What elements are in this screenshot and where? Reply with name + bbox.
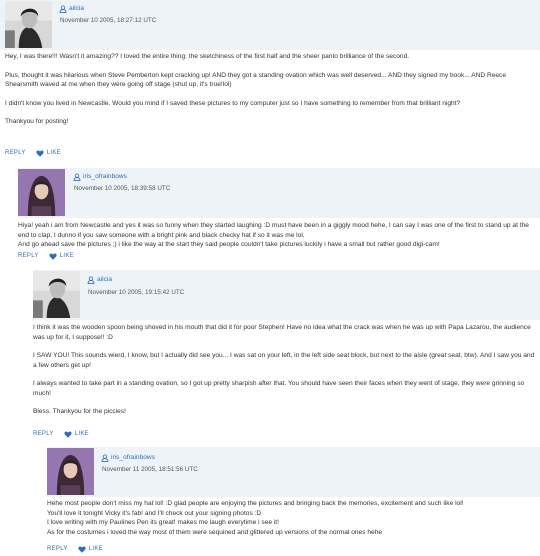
comment-paragraph: I think it was the wooden spoon being sh… [33, 324, 531, 341]
comment-date: November 10 2005, 18:27:12 UTC [60, 17, 157, 24]
like-button[interactable]: LIKE [78, 545, 103, 554]
comment: iris_ofrainbows November 10 2005, 18:39:… [0, 168, 540, 264]
username-link[interactable]: ailcia [87, 275, 112, 285]
comment-date: November 11 2005, 18:51:56 UTC [102, 466, 198, 473]
like-label: LIKE [74, 431, 89, 437]
heart-icon [64, 431, 72, 438]
avatar[interactable] [18, 169, 65, 216]
comment-paragraph: You'll love it tonight Vicky it's fab! a… [47, 509, 262, 517]
username-link[interactable]: ailcia [59, 4, 84, 14]
comment-date: November 10 2005, 19:15:42 UTC [88, 289, 185, 296]
comment-paragraph: I always wanted to take part in a standi… [33, 380, 525, 397]
like-label: LIKE [59, 253, 74, 259]
like-button[interactable]: LIKE [36, 149, 61, 158]
like-button[interactable]: LIKE [64, 430, 89, 439]
comment-paragraph: Bless. Thankyou for the piccies! [33, 408, 126, 416]
comment: ailcia November 10 2005, 18:27:12 UTC He… [0, 0, 540, 160]
comment-paragraph: Hiya! yeah i am from Newcastle and yes i… [18, 222, 529, 239]
username-link[interactable]: iris_ofrainbows [101, 453, 155, 463]
comment-paragraph: I SAW YOU! This sounds wierd, I know, bu… [33, 352, 535, 369]
reply-button[interactable]: REPLY [18, 252, 39, 261]
comment: ailcia November 10 2005, 19:15:42 UTC I … [0, 270, 540, 444]
username-link[interactable]: iris_ofrainbows [73, 172, 127, 182]
comment-paragraph: As for the costumes i loved the way most… [47, 528, 382, 536]
avatar[interactable] [5, 1, 52, 48]
comment-paragraph: Plus, thought it was hilarious when Stev… [5, 71, 507, 89]
comment-actions: REPLY LIKE [5, 149, 61, 158]
like-label: LIKE [46, 150, 61, 156]
heart-icon [36, 150, 44, 157]
comment-actions: REPLY LIKE [18, 252, 74, 261]
reply-label: REPLY [47, 546, 68, 552]
comment-actions: REPLY LIKE [33, 430, 89, 439]
reply-label: REPLY [33, 431, 54, 437]
comment: iris_ofrainbows November 11 2005, 18:51:… [0, 447, 540, 556]
comment-body: I think it was the wooden spoon being sh… [33, 323, 538, 417]
reply-label: REPLY [18, 253, 39, 259]
comment-date: November 10 2005, 18:39:58 UTC [74, 185, 171, 192]
user-icon [101, 454, 109, 462]
username[interactable]: iris_ofrainbows [111, 453, 155, 463]
user-icon [87, 276, 95, 284]
user-icon [59, 5, 67, 13]
user-icon [73, 173, 81, 181]
reply-button[interactable]: REPLY [33, 430, 54, 439]
username[interactable]: ailcia [69, 4, 84, 14]
comment-paragraph: Thankyou for posting! [5, 118, 69, 126]
comment-paragraph: Hehe most people don't miss my hat lol! … [47, 500, 464, 507]
like-button[interactable]: LIKE [49, 252, 74, 261]
username[interactable]: iris_ofrainbows [83, 172, 127, 182]
heart-icon [49, 253, 57, 260]
avatar[interactable] [47, 448, 94, 495]
like-label: LIKE [88, 546, 103, 552]
comment-body: Hehe most people don't miss my hat lol! … [47, 499, 538, 537]
comment-paragraph: I didn't know you lived in Newcastle. Wo… [5, 99, 461, 107]
reply-button[interactable]: REPLY [5, 149, 26, 158]
comment-paragraph: And go ahead save the pictures ;) i like… [18, 241, 440, 249]
reply-label: REPLY [5, 150, 26, 156]
comment-body: Hey, I was there!!! Wasn't it amazing?? … [5, 52, 538, 127]
comment-body: Hiya! yeah i am from Newcastle and yes i… [18, 221, 538, 250]
username[interactable]: ailcia [97, 275, 112, 285]
comment-paragraph: Hey, I was there!!! Wasn't it amazing?? … [5, 53, 410, 60]
avatar[interactable] [33, 271, 80, 318]
heart-icon [78, 546, 86, 553]
comment-paragraph: I love writing with my Paulines Pen its … [47, 519, 279, 527]
comment-actions: REPLY LIKE [47, 545, 103, 554]
reply-button[interactable]: REPLY [47, 545, 68, 554]
